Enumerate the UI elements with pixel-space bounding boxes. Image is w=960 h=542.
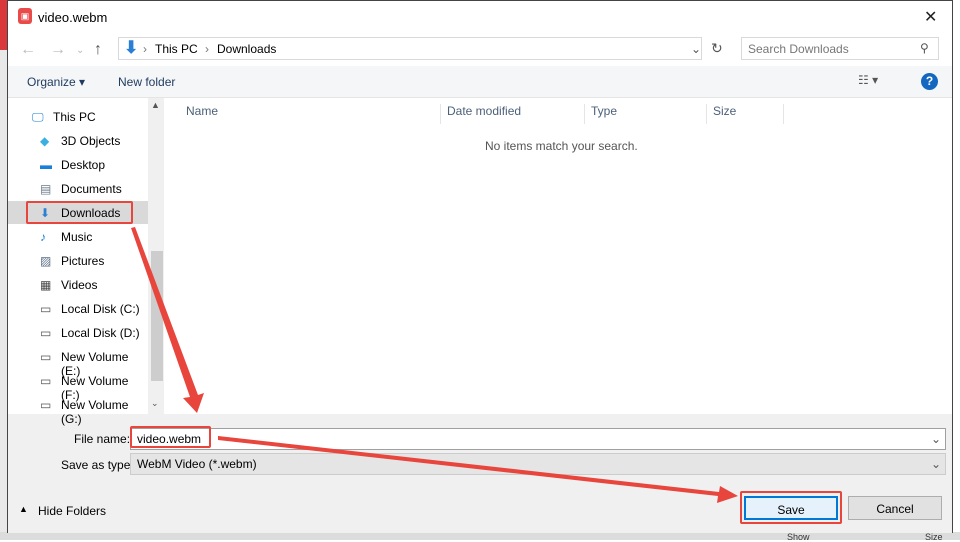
help-button[interactable]: ? [921,73,938,90]
nav-item-new-volume-f[interactable]: ▭ New Volume (F:) [8,369,148,402]
file-name-label: File name: [74,432,131,446]
nav-item-music[interactable]: ♪ Music [8,225,148,248]
cube-icon: ◆ [40,134,50,148]
nav-item-label: This PC [53,110,96,124]
cancel-button[interactable]: Cancel [848,496,942,520]
download-icon: ⬇ [124,38,139,57]
nav-item-label: Desktop [61,158,106,172]
hide-folders-button[interactable]: Hide Folders [38,504,106,518]
save-dialog: ▣ video.webm ✕ ← → ⌄ ↑ ⬇ › This PC › Dow… [7,0,953,533]
file-list: Name Date modified Type Size No items ma… [165,98,952,414]
bg-show-label: Show [787,532,810,542]
nav-item-local-disk-c[interactable]: ▭ Local Disk (C:) [8,297,148,320]
column-name[interactable]: Name [180,104,441,124]
chevron-down-icon[interactable]: ⌄ [931,432,941,446]
video-icon: ▦ [40,278,52,292]
picture-icon: ▨ [40,254,52,268]
scroll-up-icon[interactable]: ▲ [151,100,160,110]
scroll-down-icon[interactable]: ⌄ [151,398,159,409]
save-type-label: Save as type: [61,458,134,472]
document-icon: ▤ [40,182,52,196]
nav-item-pictures[interactable]: ▨ Pictures [8,249,148,272]
nav-item-label: Documents [61,182,122,196]
disk-icon: ▭ [40,398,52,412]
nav-item-label: 3D Objects [61,134,121,148]
search-input[interactable]: Search Downloads [741,37,939,60]
background-app [0,0,7,540]
nav-item-videos[interactable]: ▦ Videos [8,273,148,296]
view-options-icon[interactable]: ☷ ▾ [858,73,878,87]
pc-icon: 🖵 [32,110,44,124]
recent-chevron-icon[interactable]: ⌄ [76,45,84,56]
nav-item-3d-objects[interactable]: ◆ 3D Objects [8,129,148,152]
organize-button[interactable]: Organize ▾ [27,75,85,89]
up-icon[interactable]: ↑ [94,41,102,59]
column-type[interactable]: Type [585,104,707,124]
separator-icon: › [143,42,147,56]
background-app-footer: Show Size [0,532,960,542]
bg-size-label: Size [925,532,943,542]
column-size[interactable]: Size [707,104,784,124]
music-icon: ♪ [40,230,46,244]
title-bar: ▣ video.webm ✕ [8,1,952,33]
new-folder-button[interactable]: New folder [118,75,175,89]
back-icon[interactable]: ← [20,41,36,59]
address-bar[interactable]: ⬇ › This PC › Downloads ⌄ ↻ [118,37,723,60]
nav-item-label: Local Disk (C:) [61,302,140,316]
scrollbar-thumb[interactable] [151,251,163,381]
disk-icon: ▭ [40,350,52,364]
save-type-value: WebM Video (*.webm) [137,457,257,471]
nav-item-documents[interactable]: ▤ Documents [8,177,148,200]
disk-icon: ▭ [40,326,52,340]
nav-item-label: Local Disk (D:) [61,326,140,340]
disk-icon: ▭ [40,302,52,316]
nav-item-label: Videos [61,278,98,292]
file-name-input[interactable]: video.webm ⌄ [130,428,946,450]
column-date-modified[interactable]: Date modified [441,104,585,124]
refresh-icon[interactable]: ↻ [711,40,723,57]
chevron-down-icon[interactable]: ⌄ [931,457,941,471]
annotation-box-save [740,491,842,524]
save-type-select[interactable]: WebM Video (*.webm) ⌄ [130,453,946,475]
annotation-box-file-name [130,426,211,448]
close-button[interactable]: ✕ [924,7,937,27]
breadcrumb-this-pc[interactable]: This PC [155,42,198,56]
annotation-box-downloads [26,201,133,224]
nav-item-label: Pictures [61,254,105,268]
nav-item-new-volume-e[interactable]: ▭ New Volume (E:) [8,345,148,378]
separator-icon: › [205,42,209,56]
background-app-header [0,0,7,50]
chevron-down-icon[interactable]: ⌄ [691,42,701,56]
nav-item-local-disk-d[interactable]: ▭ Local Disk (D:) [8,321,148,344]
nav-item-this-pc[interactable]: 🖵 This PC [8,105,148,128]
search-icon: ⚲ [920,41,929,55]
desktop-icon: ▬ [40,158,52,172]
window-title: video.webm [38,10,108,25]
nav-item-desktop[interactable]: ▬ Desktop [8,153,148,176]
nav-item-label: Music [61,230,93,244]
chevron-up-icon: ▲ [19,504,28,514]
disk-icon: ▭ [40,374,52,388]
forward-icon[interactable]: → [50,41,66,59]
toolbar: Organize ▾ New folder ☷ ▾ ? [8,66,952,98]
breadcrumb-downloads[interactable]: Downloads [217,42,276,56]
empty-message: No items match your search. [485,139,638,153]
app-icon: ▣ [18,8,32,24]
nav-item-new-volume-g[interactable]: ▭ New Volume (G:) [8,393,148,426]
